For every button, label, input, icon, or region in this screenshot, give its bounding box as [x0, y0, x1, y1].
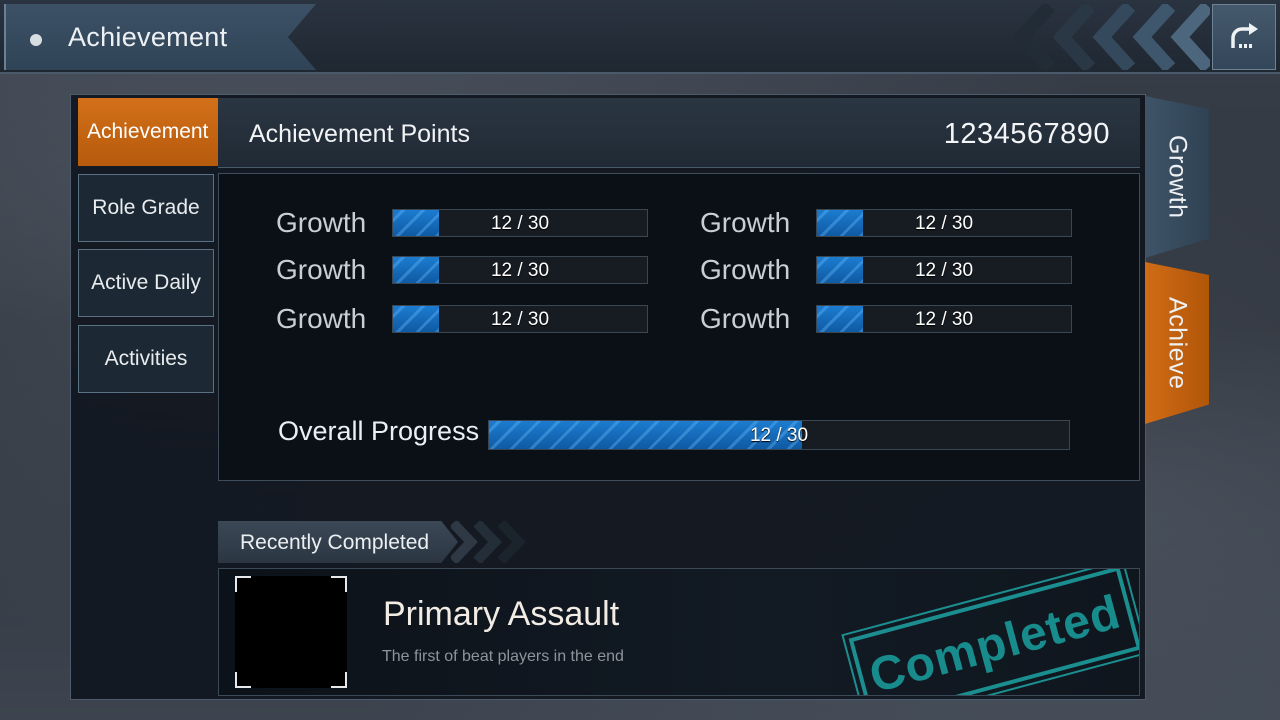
stats-box: Growth 12 / 30 Growth 12 / 30 Growth 12 … — [218, 173, 1140, 481]
back-button[interactable] — [1212, 4, 1276, 70]
overall-progress-label: Overall Progress — [278, 416, 480, 446]
stat-label: Growth — [700, 303, 791, 334]
achievement-panel: Achievement Role Grade Active Daily Acti… — [70, 94, 1146, 700]
stat-label: Growth — [276, 303, 367, 334]
nav-item-role-grade[interactable]: Role Grade — [78, 174, 214, 242]
tab-growth[interactable]: Growth — [1145, 96, 1209, 258]
decorative-chevrons-icon — [1012, 4, 1210, 70]
stat-label: Growth — [700, 254, 791, 285]
achievement-title: Primary Assault — [383, 595, 620, 633]
stat-progress-bar: 12 / 30 — [392, 305, 648, 333]
title-plate: Achievement — [4, 4, 316, 70]
progress-text: 12 / 30 — [914, 260, 974, 281]
nav-item-label: Activities — [104, 347, 188, 370]
points-label: Achievement Points — [249, 120, 470, 148]
decorative-chevrons-icon — [451, 521, 526, 563]
nav-item-achievement[interactable]: Achievement — [78, 98, 238, 166]
tab-achieve[interactable]: Achieve — [1145, 262, 1209, 424]
nav-item-label: Achievement — [87, 120, 209, 143]
bullet-icon — [30, 34, 42, 46]
stat-progress-bar: 12 / 30 — [816, 209, 1072, 237]
stat-label: Growth — [700, 207, 791, 238]
recently-completed-label: Recently Completed — [240, 531, 430, 554]
stat-label: Growth — [276, 207, 367, 238]
stat-progress-bar: 12 / 30 — [816, 256, 1072, 284]
progress-text: 12 / 30 — [914, 213, 974, 234]
completed-stamp: Completed — [842, 569, 1139, 695]
progress-text: 12 / 30 — [490, 260, 550, 281]
stat-progress-bar: 12 / 30 — [392, 256, 648, 284]
progress-text: 12 / 30 — [749, 425, 809, 446]
progress-text: 12 / 30 — [490, 213, 550, 234]
progress-text: 12 / 30 — [914, 309, 974, 330]
stat-label: Growth — [276, 254, 367, 285]
recently-completed-header: Recently Completed — [218, 521, 458, 563]
progress-text: 12 / 30 — [490, 309, 550, 330]
stat-progress-bar: 12 / 30 — [816, 305, 1072, 333]
tab-label: Growth — [1163, 135, 1192, 219]
page-title: Achievement — [68, 22, 228, 52]
achievement-thumbnail — [235, 576, 347, 688]
nav-item-activities[interactable]: Activities — [78, 325, 214, 393]
nav-item-label: Role Grade — [92, 196, 200, 219]
return-arrow-icon — [1231, 23, 1258, 48]
top-bar: Achievement — [0, 0, 1280, 74]
nav-item-label: Active Daily — [91, 271, 201, 294]
points-value: 1234567890 — [943, 118, 1110, 150]
overall-progress-bar: 12 / 30 — [488, 420, 1070, 450]
nav-item-active-daily[interactable]: Active Daily — [78, 249, 214, 317]
achievement-points-bar: Achievement Points 1234567890 — [218, 98, 1140, 168]
tab-label: Achieve — [1163, 296, 1192, 390]
stat-progress-bar: 12 / 30 — [392, 209, 648, 237]
completed-achievement-card[interactable]: Primary Assault The first of beat player… — [218, 568, 1140, 696]
achievement-description: The first of beat players in the end — [382, 648, 624, 665]
